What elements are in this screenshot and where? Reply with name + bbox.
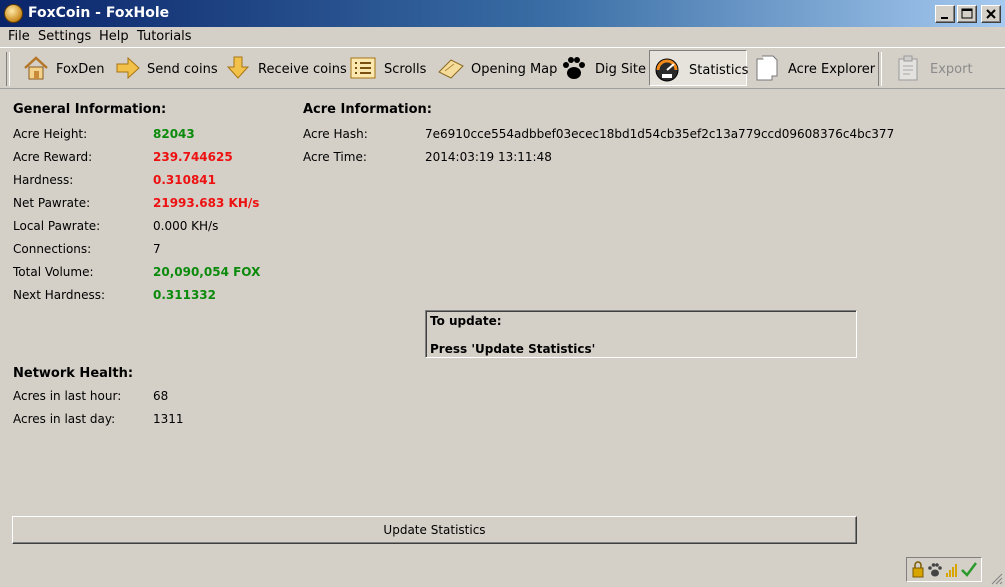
arrow-right-icon <box>116 56 140 80</box>
speedometer-icon <box>655 58 679 82</box>
window-title: FoxCoin - FoxHole <box>28 5 170 21</box>
general-info-label: Next Hardness: <box>13 288 106 302</box>
general-info-value: 20,090,054 FOX <box>153 265 261 279</box>
general-info-label: Local Pawrate: <box>13 219 101 233</box>
acres-last-day-value: 1311 <box>153 412 184 426</box>
tab-scrolls[interactable]: Scrolls <box>349 50 429 86</box>
tab-send-coins-label: Send coins <box>147 62 218 77</box>
acre-time-label: Acre Time: <box>303 150 367 164</box>
clipboard-icon <box>898 55 918 81</box>
check-icon <box>961 562 977 577</box>
tab-scrolls-label: Scrolls <box>384 62 427 77</box>
list-icon <box>350 57 376 79</box>
tab-receive-coins[interactable]: Receive coins <box>224 50 347 86</box>
tab-opening-map[interactable]: Opening Map <box>437 50 557 86</box>
tab-foxden-label: FoxDen <box>56 62 105 77</box>
export-button-label: Export <box>930 62 973 77</box>
toolbar: FoxDen Send coins Receive coins Scrolls … <box>0 47 1005 89</box>
acres-last-day-label: Acres in last day: <box>13 412 116 426</box>
general-info-value: 0.310841 <box>153 173 217 187</box>
menu-help[interactable]: Help <box>99 29 129 44</box>
resize-grip-icon[interactable] <box>991 573 1003 585</box>
general-info-label: Acre Reward: <box>13 150 93 164</box>
update-info-instruction: Press 'Update Statistics' <box>430 342 596 356</box>
map-icon <box>438 59 464 79</box>
tab-receive-coins-label: Receive coins <box>258 62 347 77</box>
tab-dig-site[interactable]: Dig Site <box>560 50 646 86</box>
general-info-value: 0.000 KH/s <box>153 219 219 233</box>
network-health-heading: Network Health: <box>13 366 134 381</box>
menu-file[interactable]: File <box>8 29 30 44</box>
general-info-label: Net Pawrate: <box>13 196 91 210</box>
status-icons <box>906 557 982 582</box>
general-info-value: 239.744625 <box>153 150 233 164</box>
signal-icon <box>946 564 957 577</box>
general-info-value: 82043 <box>153 127 195 141</box>
paw-icon <box>563 57 585 79</box>
general-info-label: Total Volume: <box>13 265 94 279</box>
title-bar: FoxCoin - FoxHole <box>0 0 1005 27</box>
tab-acre-explorer[interactable]: Acre Explorer <box>753 50 875 86</box>
general-info-value: 0.311332 <box>153 288 217 302</box>
tab-send-coins[interactable]: Send coins <box>114 50 218 86</box>
general-info-label: Hardness: <box>13 173 74 187</box>
tab-dig-site-label: Dig Site <box>595 62 646 77</box>
acre-time-value: 2014:03:19 13:11:48 <box>425 150 552 164</box>
general-info-value: 7 <box>153 242 161 256</box>
acre-hash-value: 7e6910cce554adbbef03ecec18bd1d54cb35ef2c… <box>425 127 895 141</box>
toolbar-separator <box>878 52 882 86</box>
acres-last-hour-value: 68 <box>153 389 169 403</box>
general-info-heading: General Information: <box>13 102 167 117</box>
tab-opening-map-label: Opening Map <box>471 62 558 77</box>
update-info-box: To update: Press 'Update Statistics' <box>425 310 857 358</box>
tab-statistics[interactable]: Statistics <box>649 50 749 86</box>
update-statistics-button[interactable]: Update Statistics <box>12 516 857 544</box>
documents-icon <box>756 55 778 81</box>
maximize-button[interactable] <box>957 5 977 23</box>
export-button[interactable]: Export <box>895 50 975 86</box>
general-info-label: Acre Height: <box>13 127 88 141</box>
paw-icon <box>928 563 942 577</box>
close-button[interactable] <box>981 5 1001 23</box>
lock-icon <box>912 561 924 578</box>
general-info-value: 21993.683 KH/s <box>153 196 260 210</box>
menu-settings[interactable]: Settings <box>38 29 91 44</box>
acres-last-hour-label: Acres in last hour: <box>13 389 122 403</box>
toolbar-grip[interactable] <box>6 52 10 86</box>
house-icon <box>24 56 48 80</box>
menu-bar: File Settings Help Tutorials <box>0 27 1005 47</box>
menu-tutorials[interactable]: Tutorials <box>137 29 192 44</box>
acre-hash-label: Acre Hash: <box>303 127 368 141</box>
tab-acre-explorer-label: Acre Explorer <box>788 62 876 77</box>
tab-statistics-label: Statistics <box>689 63 749 78</box>
general-info-label: Connections: <box>13 242 92 256</box>
arrow-down-icon <box>226 56 250 79</box>
acre-info-heading: Acre Information: <box>303 102 432 117</box>
minimize-button[interactable] <box>935 5 955 23</box>
foxcoin-logo-icon <box>4 4 23 23</box>
tab-foxden[interactable]: FoxDen <box>22 50 105 86</box>
update-info-title: To update: <box>430 314 502 328</box>
